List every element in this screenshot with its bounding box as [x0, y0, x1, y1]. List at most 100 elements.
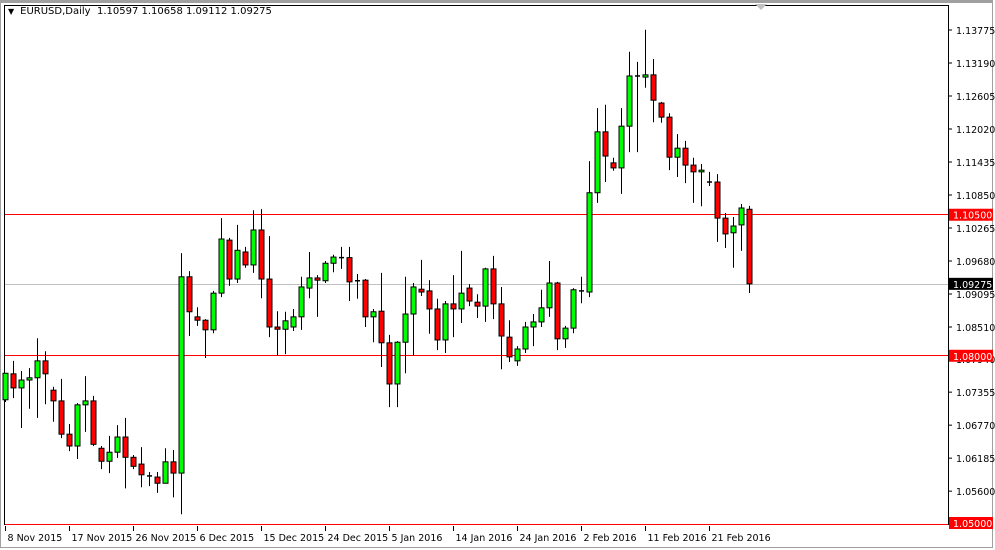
candle-body-bullish [570, 289, 577, 329]
candle-body-bearish [154, 476, 161, 484]
candle-body-bullish [282, 320, 289, 330]
candle-body-bullish [26, 377, 33, 381]
candle-body-bearish [378, 310, 385, 344]
candle-body-bearish [714, 181, 721, 219]
candle-body-bearish [682, 147, 689, 166]
candle-body-bearish [658, 102, 665, 118]
candle-body-bearish [690, 164, 697, 173]
candle-body-bullish [74, 404, 81, 447]
candle-body-bearish [170, 461, 177, 474]
candle-body-bullish [210, 292, 217, 331]
candle-body-bullish [410, 286, 417, 315]
price-chart[interactable]: 1.13775 1.13190 1.12605 1.12020 1.11435 1.108… [0, 0, 995, 550]
candle-body-bullish [738, 207, 745, 226]
candle-body-bullish [594, 131, 601, 194]
candle-body-bearish [98, 447, 105, 462]
candle-body-bearish [362, 279, 369, 318]
candle-body-bullish [530, 321, 537, 328]
candle-body-bearish [274, 326, 281, 330]
candle [522, 321, 529, 353]
candle-body-bullish [298, 286, 305, 318]
candle-body-bullish [250, 229, 257, 266]
y-axis-tick-label: 1.06185 [956, 454, 995, 465]
candle [746, 205, 753, 294]
triangle-down-icon[interactable]: ▼ [8, 7, 14, 16]
candle-body-bullish [698, 169, 705, 173]
candle-body-bullish [674, 147, 681, 158]
candle-body-bullish [114, 436, 121, 453]
candle-body-bearish [130, 456, 137, 467]
candle-body-bullish [322, 262, 329, 282]
candle-body-bullish [458, 292, 465, 310]
candle-body-bearish [722, 217, 729, 235]
candle-body-bullish [538, 307, 545, 323]
candle-body-bearish [42, 360, 49, 375]
candle-body-bearish [186, 276, 193, 313]
chart-header: ▼ EURUSD,Daily 1.10597 1.10658 1.09112 1.… [8, 6, 272, 17]
level-price-label: 1.08000 [953, 352, 992, 363]
candle-body-bullish [586, 192, 593, 293]
candle-body-bearish [498, 303, 505, 337]
y-axis-tick-label: 1.10265 [956, 224, 995, 235]
candle [570, 288, 577, 334]
candle-body-bullish [82, 400, 89, 406]
candle-body-bearish [66, 433, 73, 447]
candle-body-bullish [34, 360, 41, 379]
candle-body-bearish [418, 288, 425, 293]
y-axis-tick-label: 1.05600 [956, 487, 995, 498]
candle-body-bearish [90, 400, 97, 445]
candle-body-bullish [306, 277, 313, 289]
candle-body-bullish [546, 282, 553, 309]
candle-body-bearish [666, 116, 673, 158]
x-axis-date-label: 8 Nov 2015 [8, 533, 63, 544]
candle [90, 395, 97, 447]
candle-body-bearish [202, 319, 209, 331]
x-axis-date-label: 24 Dec 2015 [328, 533, 389, 544]
candle [226, 237, 233, 286]
candle-body-bearish [610, 162, 617, 169]
candle-body-bearish [346, 257, 353, 283]
candle [2, 372, 9, 403]
candle-body-bullish [482, 268, 489, 307]
candle-body-bearish [426, 290, 433, 310]
candle-body-bearish [746, 208, 753, 285]
x-axis-date-label: 26 Nov 2015 [136, 533, 197, 544]
symbol-timeframe: EURUSD,Daily [20, 6, 91, 17]
candle-body-bearish [194, 316, 201, 321]
candle-body-bearish [122, 436, 129, 458]
x-axis-date-label: 24 Jan 2016 [520, 533, 577, 544]
bid-price-label: 1.09275 [953, 280, 992, 291]
x-axis-date-label: 15 Dec 2015 [264, 533, 325, 544]
candle-body-bearish [10, 373, 17, 389]
level-price-label: 1.05000 [953, 519, 992, 530]
candle-body-bearish [50, 389, 57, 402]
x-axis-date-label: 6 Dec 2015 [200, 533, 255, 544]
candle-body-bullish [402, 313, 409, 343]
candle-body-bullish [234, 249, 241, 280]
candle-body-bullish [522, 326, 529, 350]
candle-body-bearish [226, 239, 233, 280]
candle-body-bullish [330, 256, 337, 264]
candle-body-bearish [386, 342, 393, 385]
candle-body-bullish [730, 225, 737, 234]
candle-body-bullish [2, 372, 9, 401]
y-axis-tick-label: 1.13775 [956, 26, 995, 37]
x-axis-date-label: 14 Jan 2016 [456, 533, 513, 544]
candle-body-bullish [442, 303, 449, 341]
candle-body-bearish [258, 229, 265, 280]
y-axis-tick-label: 1.11435 [956, 158, 995, 169]
candle-body-bearish [314, 277, 321, 281]
x-axis-date-label: 21 Feb 2016 [712, 533, 771, 544]
candle-body-bullish [394, 341, 401, 385]
candle-body-bearish [242, 251, 249, 266]
candle-body-bullish [618, 125, 625, 169]
candle-body-bullish [178, 276, 185, 474]
y-axis-tick-label: 1.07355 [956, 388, 995, 399]
candle [210, 290, 217, 334]
y-axis-tick-label: 1.08510 [956, 323, 995, 334]
candle-body-bearish [474, 301, 481, 307]
ohlc-readout: 1.10597 1.10658 1.09112 1.09275 [96, 6, 272, 17]
candle-body-bearish [506, 336, 513, 358]
candle [322, 260, 329, 283]
candle-body-bullish [642, 74, 649, 78]
